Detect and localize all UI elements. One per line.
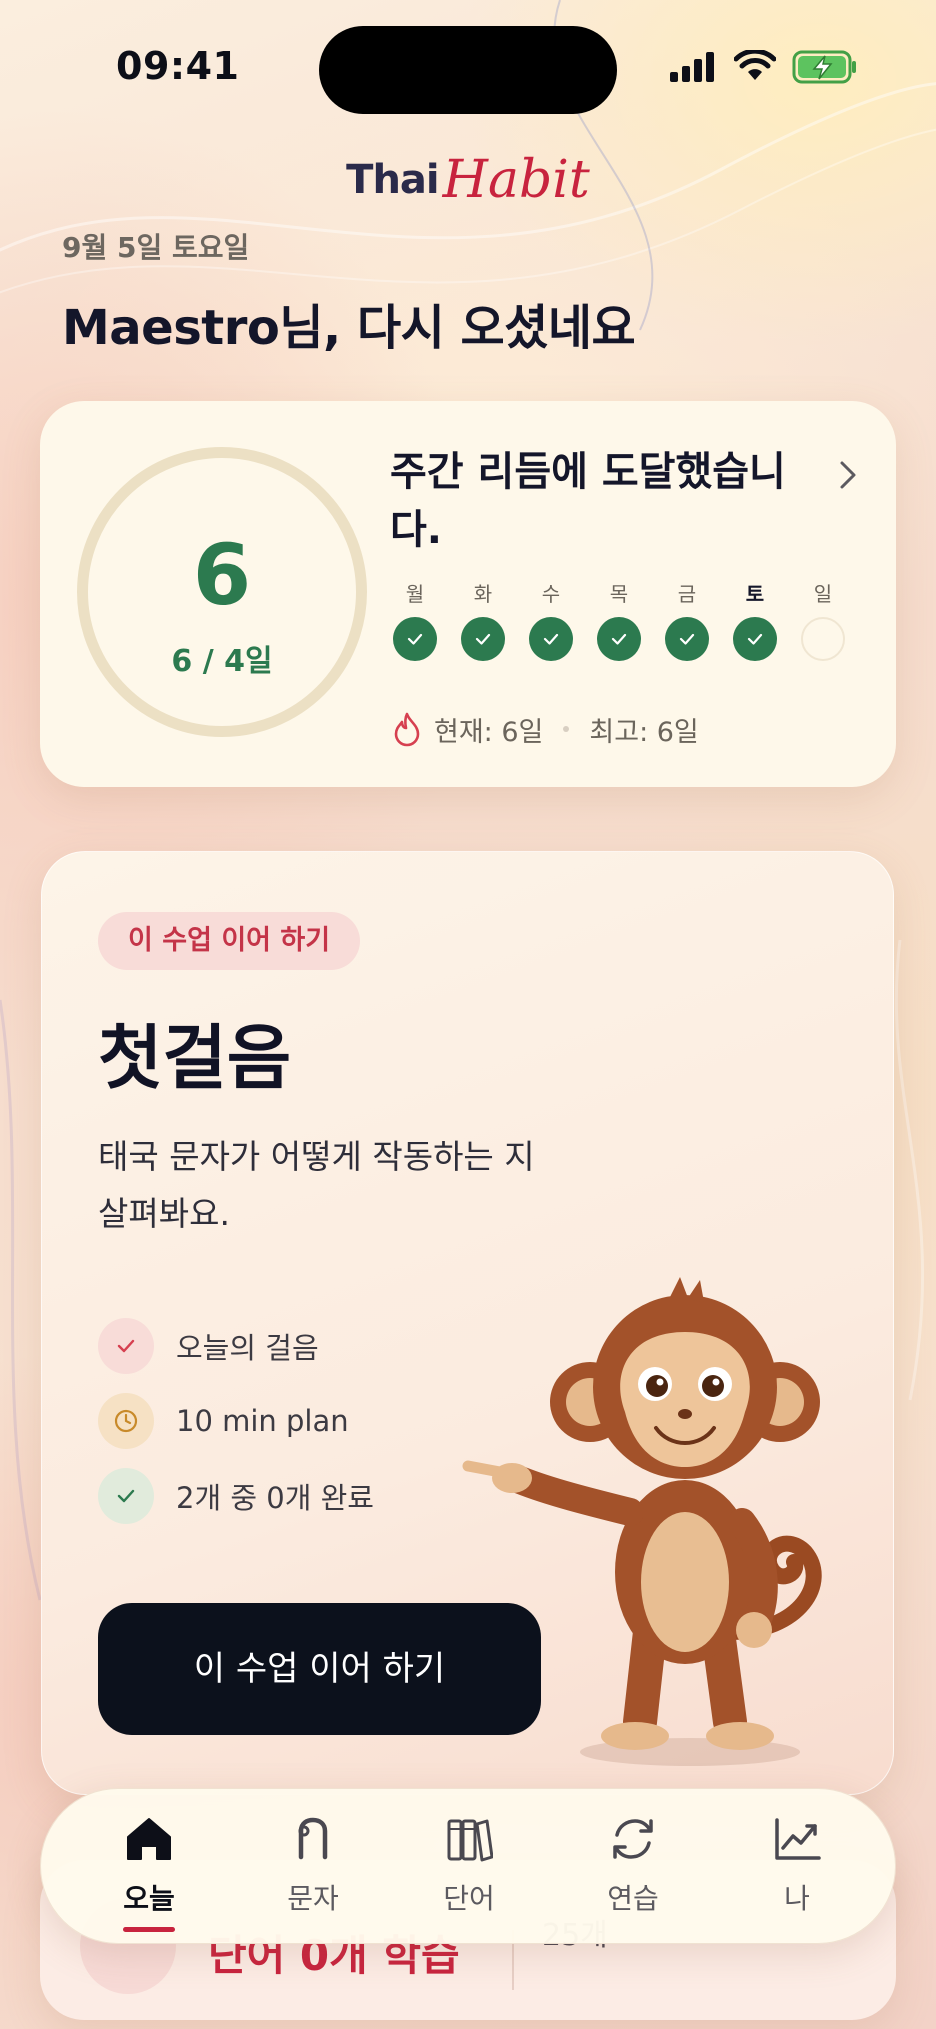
day-empty-indicator (801, 617, 845, 661)
weekday-3: 목 (594, 579, 644, 661)
weekday-0: 월 (390, 579, 440, 661)
tab-today[interactable]: 오늘 (79, 1809, 219, 1932)
weekday-5: 토 (730, 579, 780, 661)
weekday-label: 토 (745, 582, 765, 606)
weekday-label: 수 (541, 582, 561, 606)
meta-text: 10 min plan (176, 1404, 349, 1438)
weekday-label: 월 (405, 582, 425, 606)
streak-current: 현재: 6일 (434, 716, 544, 748)
tab-label: 나 (784, 1882, 810, 1915)
wifi-icon (734, 50, 776, 80)
weekday-label: 화 (473, 582, 493, 606)
streak-goal: 6 / 4일 (171, 644, 273, 679)
tab-label: 문자 (287, 1882, 339, 1915)
cellular-signal-icon (670, 52, 714, 82)
status-time: 09:41 (116, 44, 240, 88)
weekday-label: 금 (677, 582, 697, 606)
monkey-mascot (462, 1277, 822, 1766)
greeting-title: Maestro님, 다시 오셨네요 (62, 300, 636, 356)
chevron-right-icon[interactable] (826, 453, 870, 497)
check-icon (98, 1318, 154, 1374)
home-icon (127, 1818, 171, 1860)
active-tab-indicator (123, 1927, 175, 1932)
refresh-icon (613, 1819, 653, 1859)
check-icon (98, 1468, 154, 1524)
weekly-streak-card[interactable]: 6 6 / 4일 주간 리듬에 도달했습니다. 월 화 수 목 금 토 일 현재: 6일 최… (40, 401, 896, 787)
weekday-2: 수 (526, 579, 576, 661)
streak-count: 6 (192, 526, 252, 624)
tab-letters[interactable]: 문자 (243, 1809, 383, 1929)
day-complete-check-icon (733, 617, 777, 661)
tab-label: 단어 (443, 1882, 495, 1915)
app-logo: ThaiHabit (0, 150, 936, 220)
weekday-label: 목 (609, 582, 629, 606)
date-label: 9월 5일 토요일 (62, 231, 250, 264)
meta-text: 오늘의 걸음 (176, 1331, 319, 1365)
separator-dot (563, 726, 570, 732)
streak-progress-ring: 6 6 / 4일 (77, 447, 367, 737)
lesson-description: 태국 문자가 어떻게 작동하는 지 살펴봐요. (98, 1137, 535, 1233)
streak-best: 최고: 6일 (589, 716, 699, 748)
continue-lesson-card[interactable]: 이 수업 이어 하기 첫걸음 태국 문자가 어떻게 작동하는 지 살펴봐요. 오… (41, 851, 894, 1795)
status-bar: 09:41 (0, 0, 936, 130)
weekday-4: 금 (662, 579, 712, 661)
tab-label: 오늘 (123, 1882, 175, 1915)
battery-charging-icon (792, 50, 856, 84)
logo-habit: Habit (442, 150, 590, 210)
day-complete-check-icon (597, 617, 641, 661)
meta-progress: 2개 중 0개 완료 (98, 1468, 374, 1524)
chart-icon (775, 1818, 821, 1860)
weekday-1: 화 (458, 579, 508, 661)
flame-icon (394, 712, 420, 747)
meta-today-step: 오늘의 걸음 (98, 1318, 319, 1374)
day-complete-check-icon (529, 617, 573, 661)
meta-text: 2개 중 0개 완료 (176, 1481, 374, 1515)
tab-label: 연습 (607, 1882, 659, 1915)
continue-badge: 이 수업 이어 하기 (98, 912, 361, 970)
tab-me[interactable]: 나 (727, 1809, 867, 1929)
weekday-tracker: 월화수목금토일 (390, 579, 870, 661)
tab-practice[interactable]: 연습 (563, 1809, 703, 1929)
weekday-label: 일 (813, 582, 833, 606)
meta-plan-duration: 10 min plan (98, 1393, 349, 1449)
streak-title: 주간 리듬에 도달했습니다. (390, 449, 786, 553)
books-icon (447, 1819, 493, 1862)
day-complete-check-icon (393, 617, 437, 661)
clock-icon (98, 1393, 154, 1449)
lesson-title: 첫걸음 (98, 1017, 292, 1099)
streak-stats: 현재: 6일 최고: 6일 (390, 709, 699, 749)
weekday-6: 일 (798, 579, 848, 661)
tab-words[interactable]: 단어 (399, 1809, 539, 1929)
thai-letter-icon (298, 1817, 328, 1860)
bottom-tab-bar: 오늘 문자 단어 연습 나 (40, 1788, 896, 1944)
logo-thai: Thai (346, 157, 439, 203)
day-complete-check-icon (461, 617, 505, 661)
dynamic-island (319, 26, 617, 114)
day-complete-check-icon (665, 617, 709, 661)
